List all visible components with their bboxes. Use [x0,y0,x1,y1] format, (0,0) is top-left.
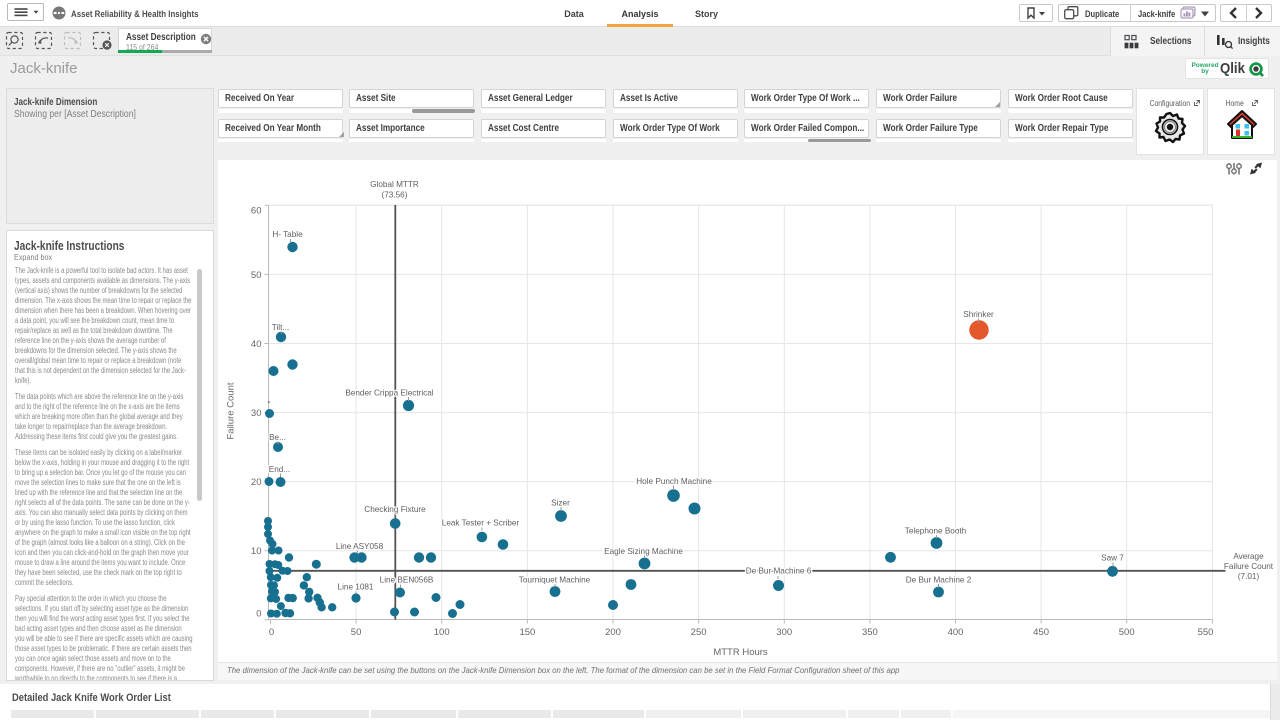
svg-text:550: 550 [1197,627,1213,638]
svg-text:Checking Fixture: Checking Fixture [364,505,426,514]
svg-text:30: 30 [250,408,261,419]
svg-text:ʺ: ʺ [267,516,270,525]
svg-text:Be...: Be... [269,433,286,442]
svg-text:100: 100 [433,627,449,638]
svg-text:400: 400 [947,627,963,638]
svg-text:MTTR Hours: MTTR Hours [713,647,768,658]
svg-text:500: 500 [1118,627,1134,638]
svg-text:(7.01): (7.01) [1237,572,1259,581]
svg-text:End...: End... [268,465,289,474]
svg-text:Tourniquet Machine: Tourniquet Machine [518,576,590,585]
svg-text:H- Table: H- Table [272,230,303,239]
svg-text:Eagle Sizing Machine: Eagle Sizing Machine [604,547,683,556]
svg-text:Tilt...: Tilt... [271,323,288,332]
svg-text:150: 150 [519,627,535,638]
svg-text:Line 1081: Line 1081 [337,583,373,592]
svg-text:Sizer: Sizer [551,499,570,508]
svg-text:Line BEN056B: Line BEN056B [379,576,433,585]
svg-text:60: 60 [250,206,261,217]
svg-text:(73.56): (73.56) [381,191,407,200]
svg-text:250: 250 [690,627,706,638]
svg-text:Shrinker: Shrinker [963,310,994,319]
svg-text:Leak Tester + Scriber: Leak Tester + Scriber [441,519,519,528]
svg-text:50: 50 [250,270,261,281]
svg-text:0: 0 [268,627,273,638]
svg-text:20: 20 [250,477,261,488]
svg-text:200: 200 [605,627,621,638]
svg-text:350: 350 [861,627,877,638]
svg-text:Hole Punch Machine: Hole Punch Machine [636,477,712,486]
svg-text:Telephone Booth: Telephone Booth [904,527,966,536]
svg-text:Failure Count: Failure Count [1223,562,1273,571]
svg-text:Line ASY058: Line ASY058 [335,542,383,551]
svg-text:Global MTTR: Global MTTR [370,180,419,189]
svg-text:Average: Average [1233,552,1264,561]
svg-text:50: 50 [350,627,361,638]
svg-text:De Bur Machine 2: De Bur Machine 2 [905,576,971,585]
svg-text:De Bur Machine 6: De Bur Machine 6 [745,567,811,576]
svg-text:300: 300 [776,627,792,638]
svg-text:ʺ: ʺ [267,400,270,409]
svg-text:Bender Crippa Electrical: Bender Crippa Electrical [345,389,433,398]
svg-text:450: 450 [1033,627,1049,638]
svg-text:Saw 7: Saw 7 [1101,554,1124,563]
svg-text:Failure Count: Failure Count [225,382,236,439]
svg-text:0: 0 [256,609,261,620]
svg-text:10: 10 [250,546,261,557]
svg-text:40: 40 [250,339,261,350]
